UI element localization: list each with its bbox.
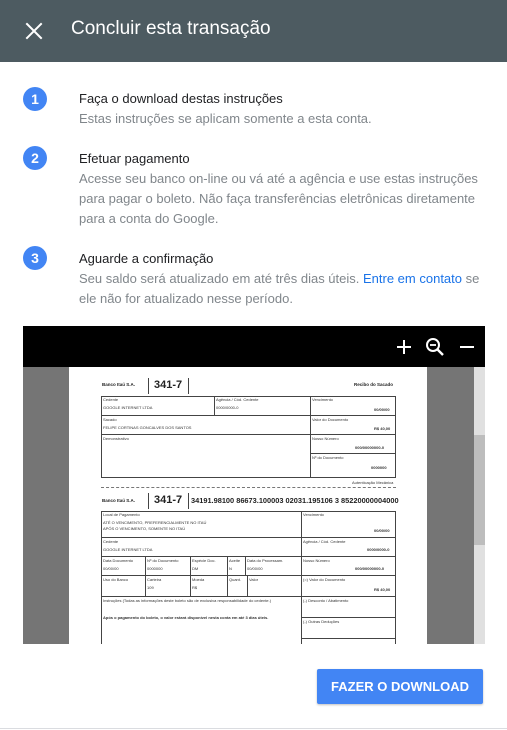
bank-use-label: Uso do Banco xyxy=(103,577,129,582)
step-title: Faça o download destas instruções xyxy=(79,91,283,106)
bank-name: Banco Itaú S.A. xyxy=(102,498,136,503)
step-description: Seu saldo será atualizado em até três di… xyxy=(79,269,481,309)
especie-doc-label: Espécie Doc. xyxy=(192,558,216,563)
step-number-badge: 2 xyxy=(23,146,47,170)
quant-label: Quant. xyxy=(229,577,242,582)
step-title: Aguarde a confirmação xyxy=(79,251,214,266)
due-label: Vencimento xyxy=(312,397,333,402)
proc-date-label: Data do Processam. xyxy=(247,558,284,563)
aceite-label: Aceite xyxy=(229,558,241,563)
doc-date-label: Data Documento xyxy=(103,558,134,563)
payment-place-line: ATÉ O VENCIMENTO, PREFERENCIALMENTE NO I… xyxy=(103,520,207,525)
divider xyxy=(0,728,507,729)
agency-value: 0000/0000-0 xyxy=(216,405,239,410)
instructions-text: Após o pagamento do boleto, o valor esta… xyxy=(103,615,269,620)
doc-value-label: Valor do Documento xyxy=(312,417,349,422)
other-deductions-label: (-) Outras Deduções xyxy=(303,619,340,624)
sacado-value: FELIPE CORTINAS GONCALVES DOS SANTOS xyxy=(103,425,192,430)
auth-label: Autenticação Mecânica xyxy=(352,480,394,485)
our-number-label: Nosso Número xyxy=(312,436,339,441)
cedente-value: GOOGLE INTERNET LTDA xyxy=(103,405,153,410)
plus-icon[interactable] xyxy=(392,335,416,359)
cedente-label: Cedente xyxy=(103,397,119,402)
bank-code: 341-7 xyxy=(154,494,183,506)
viewer-toolbar xyxy=(23,326,485,367)
n-doc-label: Nº do Documento xyxy=(147,558,179,563)
doc-number-value: 0000000 xyxy=(371,465,387,470)
moeda-value: R$ xyxy=(192,585,198,590)
doc-number-label: Nº do Documento xyxy=(312,455,344,460)
moeda-label: Moeda xyxy=(192,577,205,582)
close-icon[interactable] xyxy=(22,19,46,43)
payment-place-line: APÓS O VENCIMENTO, SOMENTE NO ITAÚ xyxy=(103,526,186,531)
our-number-label: Nosso Número xyxy=(303,558,330,563)
payment-place-label: Local de Pagamento xyxy=(103,512,140,517)
doc-value: R$ 40,00 xyxy=(374,426,391,431)
discount-label: (-) Desconto / Abatimento xyxy=(303,598,349,603)
contact-link[interactable]: Entre em contato xyxy=(363,271,462,286)
agency-value: 0000/0000-0 xyxy=(367,547,390,552)
sacado-label: Sacado xyxy=(103,417,117,422)
dialog-header: Concluir esta transação xyxy=(0,0,507,62)
step-title: Efetuar pagamento xyxy=(79,151,190,166)
doc-date-value: 00/00/00 xyxy=(103,566,119,571)
scrollbar-thumb[interactable] xyxy=(474,435,485,545)
bank-name: Banco Itaú S.A. xyxy=(102,382,136,387)
agency-label: Agência / Cód. Cedente xyxy=(216,397,259,402)
carteira-value: 109 xyxy=(147,585,154,590)
due-label: Vencimento xyxy=(303,512,324,517)
zoom-out-icon[interactable] xyxy=(423,335,447,359)
boleto-page: Banco Itaú S.A. 341-7 Recibo do Sacado C… xyxy=(69,367,427,644)
doc-value-label: (=) Valor do Documento xyxy=(303,577,346,582)
step-description-text: Seu saldo será atualizado em até três di… xyxy=(79,271,363,286)
proc-date-value: 00/00/00 xyxy=(247,566,263,571)
viewer-scrollbar[interactable] xyxy=(474,367,485,644)
cedente-label: Cedente xyxy=(103,539,119,544)
step-number-badge: 3 xyxy=(23,246,47,270)
receipt-title: Recibo do Sacado xyxy=(354,382,394,387)
step-number-badge: 1 xyxy=(23,87,47,111)
step-description: Acesse seu banco on-line ou vá até a agê… xyxy=(79,171,478,226)
our-number-value: 000/00000000-0 xyxy=(355,445,385,450)
n-doc-value: 0000000 xyxy=(147,566,163,571)
valor-label: Valor xyxy=(249,577,259,582)
instructions-label: Instruções (Todas as informações deste b… xyxy=(103,598,272,603)
dialog-title: Concluir esta transação xyxy=(71,18,271,39)
due-value: 00/00/00 xyxy=(374,407,390,412)
download-button[interactable]: FAZER O DOWNLOAD xyxy=(317,669,483,704)
minus-icon[interactable] xyxy=(455,335,479,359)
especie-doc-value: DM xyxy=(192,566,199,571)
demonstrativo-label: Demonstrativo xyxy=(103,436,129,441)
digitable-line: 34191.98100 86673.100003 02031.195106 3 … xyxy=(191,496,399,505)
pdf-viewer: Banco Itaú S.A. 341-7 Recibo do Sacado C… xyxy=(23,326,485,644)
cedente-value: GOOGLE INTERNET LTDA xyxy=(103,547,153,552)
our-number-value: 000/00000000-0 xyxy=(355,566,385,571)
bank-code: 341-7 xyxy=(154,379,183,391)
carteira-label: Carteira xyxy=(147,577,162,582)
due-value: 00/00/00 xyxy=(374,528,390,533)
agency-label: Agência / Cód. Cedente xyxy=(303,539,346,544)
doc-value: R$ 40,00 xyxy=(374,587,391,592)
aceite-value: N xyxy=(229,566,232,571)
step-description: Estas instruções se aplicam somente a es… xyxy=(79,111,372,126)
